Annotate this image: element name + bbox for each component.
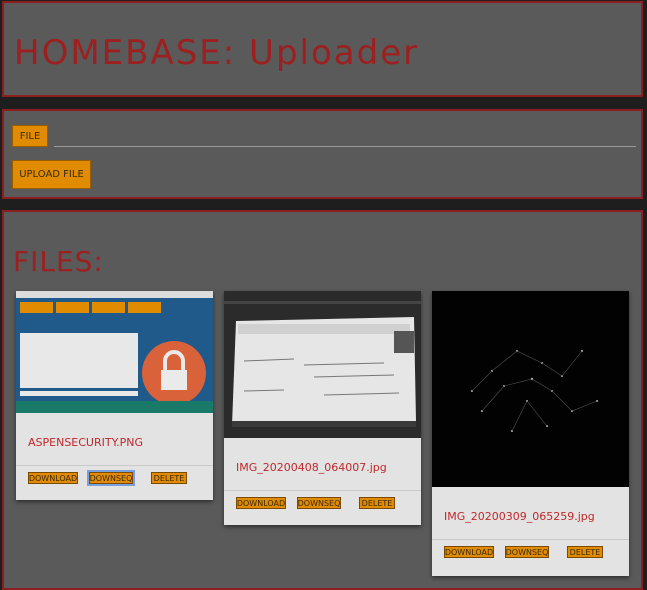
file-name: IMG_20200309_065259.jpg	[444, 510, 595, 523]
file-name: ASPENSECURITY.PNG	[28, 436, 143, 449]
divider	[16, 465, 213, 466]
delete-button[interactable]: DELETE	[567, 546, 603, 558]
files-panel: FILES: ASPENSECURITY.PNG DOWNLOAD DOWNSE…	[2, 210, 643, 590]
file-name-field[interactable]	[54, 146, 636, 147]
download-seq-button[interactable]: DOWNSEQ	[505, 546, 549, 558]
delete-button[interactable]: DELETE	[359, 497, 395, 509]
download-button[interactable]: DOWNLOAD	[236, 497, 286, 509]
file-thumbnail[interactable]	[16, 291, 213, 413]
app-screenshot-image	[16, 291, 213, 413]
divider	[224, 490, 421, 491]
page-title: HOMEBASE: Uploader	[14, 33, 420, 73]
download-seq-button[interactable]: DOWNSEQ	[87, 470, 135, 486]
laptop-photo-image	[224, 291, 421, 438]
download-button[interactable]: DOWNLOAD	[28, 472, 78, 484]
download-seq-button[interactable]: DOWNSEQ	[297, 497, 341, 509]
file-card: IMG_20200408_064007.jpg DOWNLOAD DOWNSEQ…	[224, 291, 421, 525]
divider	[432, 539, 629, 540]
file-card: ASPENSECURITY.PNG DOWNLOAD DOWNSEQ DELET…	[16, 291, 213, 500]
upload-panel: FILE UPLOAD FILE	[2, 109, 643, 199]
header-panel: HOMEBASE: Uploader	[2, 1, 643, 97]
file-card: IMG_20200309_065259.jpg DOWNLOAD DOWNSEQ…	[432, 291, 629, 576]
delete-button[interactable]: DELETE	[151, 472, 187, 484]
upload-file-button[interactable]: UPLOAD FILE	[12, 160, 91, 189]
dark-photo-image	[432, 291, 629, 487]
choose-file-button[interactable]: FILE	[12, 125, 48, 147]
file-thumbnail[interactable]	[224, 291, 421, 438]
file-thumbnail[interactable]	[432, 291, 629, 487]
file-name: IMG_20200408_064007.jpg	[236, 461, 387, 474]
files-heading: FILES:	[13, 245, 104, 278]
download-button[interactable]: DOWNLOAD	[444, 546, 494, 558]
